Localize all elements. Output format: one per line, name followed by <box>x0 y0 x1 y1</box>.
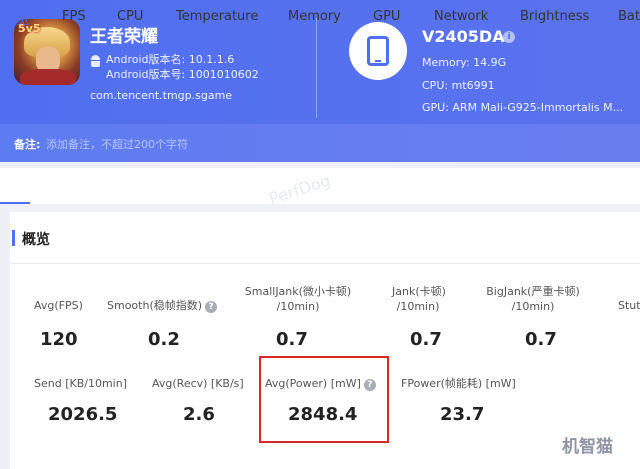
game-app-icon: 5v5 <box>14 19 80 85</box>
app-name: 王者荣耀 <box>90 27 158 47</box>
metric-label-smalljank: SmallJank(微小卡顿)/10min) <box>244 285 352 313</box>
metric-label-send: Send [KB/10min] <box>34 377 127 390</box>
tab-fps[interactable]: FPS <box>62 9 86 24</box>
metric-label-fpower: FPower(帧能耗) [mW] <box>401 377 516 390</box>
phone-icon <box>349 22 407 80</box>
metric-value-smalljank: 0.7 <box>276 329 308 350</box>
section-title: 概览 <box>22 232 50 248</box>
metric-label-stutter: Stut <box>618 299 640 312</box>
site-logo-watermark: 机智猫 <box>562 437 613 457</box>
metric-label-jank: Jank(卡顿)/10min) <box>392 285 446 313</box>
metric-value-send: 2026.5 <box>48 404 118 425</box>
metric-value-avg-fps: 120 <box>40 329 78 350</box>
info-icon[interactable]: i <box>503 31 515 43</box>
help-icon[interactable]: ? <box>205 301 218 313</box>
tab-battery[interactable]: Bat <box>618 9 640 24</box>
android-icon <box>90 55 101 67</box>
metric-value-recv: 2.6 <box>183 404 215 425</box>
note-input[interactable]: 添加备注，不超过200个字符 <box>46 136 188 152</box>
tab-temperature[interactable]: Temperature <box>176 9 258 24</box>
device-cpu: CPU: mt6991 <box>422 79 495 92</box>
header-divider <box>316 18 317 118</box>
active-tab-indicator <box>0 202 30 204</box>
device-name: V2405DA <box>422 27 505 46</box>
metric-value-fpower: 23.7 <box>440 404 485 425</box>
tab-brightness[interactable]: Brightness <box>520 9 589 24</box>
hero-cloth <box>20 69 76 85</box>
metric-value-bigjank: 0.7 <box>525 329 557 350</box>
note-label: 备注: <box>14 138 41 151</box>
tab-memory[interactable]: Memory <box>288 9 341 24</box>
tab-gpu[interactable]: GPU <box>373 9 400 24</box>
section-divider <box>10 263 640 264</box>
power-highlight-box <box>259 356 389 443</box>
metric-label-bigjank: BigJank(严重卡顿)/10min) <box>486 285 580 313</box>
metric-label-recv: Avg(Recv) [KB/s] <box>152 377 244 390</box>
metric-value-jank: 0.7 <box>410 329 442 350</box>
device-gpu: GPU: ARM Mali-G925-Immortalis M... <box>422 101 624 114</box>
tab-overview[interactable]: 概览 <box>3 9 29 28</box>
tab-cpu[interactable]: CPU <box>117 9 143 24</box>
tab-network[interactable]: Network <box>434 9 488 24</box>
device-memory: Memory: 14.9G <box>422 56 507 69</box>
android-version-name: Android版本名: 10.1.1.6 <box>106 53 235 66</box>
section-accent-bar <box>12 230 15 246</box>
metric-label-smooth: Smooth(稳帧指数)? <box>107 298 218 313</box>
metric-label-avg-fps: Avg(FPS) <box>34 299 83 312</box>
android-version-code: Android版本号: 1001010602 <box>106 68 259 81</box>
package-name: com.tencent.tmgp.sgame <box>90 89 233 102</box>
metric-value-smooth: 0.2 <box>148 329 180 350</box>
